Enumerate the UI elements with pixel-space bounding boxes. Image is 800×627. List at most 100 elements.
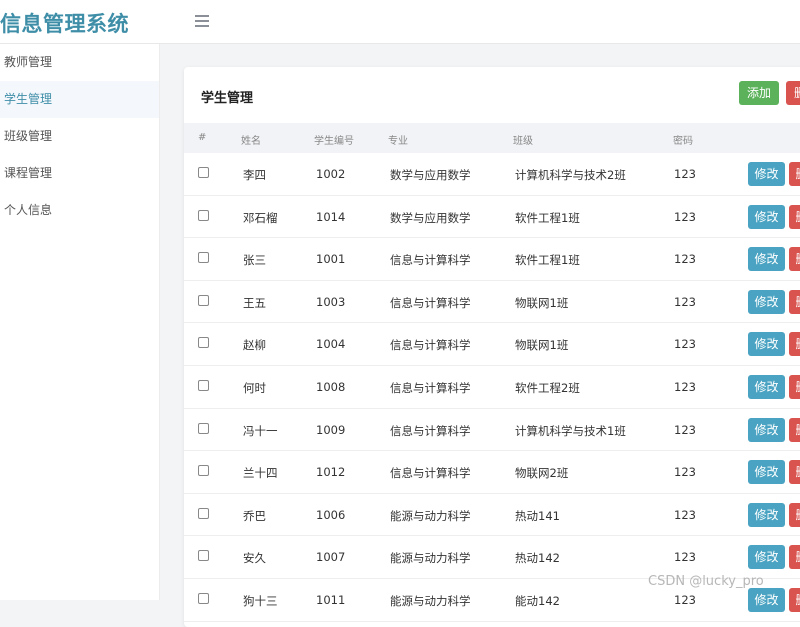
edit-button[interactable]: 修改 xyxy=(748,332,785,357)
cell-major: 信息与计算科学 xyxy=(390,466,471,481)
cell-major: 信息与计算科学 xyxy=(390,253,471,268)
edit-button[interactable]: 修改 xyxy=(748,460,785,485)
row-checkbox[interactable] xyxy=(198,209,209,221)
cell-class: 物联网1班 xyxy=(515,338,569,353)
sidebar: 教师管理 学生管理 班级管理 课程管理 个人信息 xyxy=(0,44,160,600)
edit-button[interactable]: 修改 xyxy=(748,375,785,399)
sidebar-item[interactable]: 学生管理 xyxy=(0,81,159,118)
watermark: CSDN @lucky_pro xyxy=(648,574,764,589)
column-header: 专业 xyxy=(388,136,408,147)
sidebar-item[interactable]: 个人信息 xyxy=(0,192,159,229)
delete-button[interactable]: 删除 xyxy=(789,545,800,570)
cell-major: 能源与动力科学 xyxy=(390,508,471,523)
edit-button[interactable]: 修改 xyxy=(748,588,785,612)
cell-password: 123 xyxy=(674,593,696,607)
cell-password: 123 xyxy=(674,252,696,267)
edit-button[interactable]: 修改 xyxy=(748,545,785,570)
add-button[interactable]: 添加 xyxy=(739,81,779,105)
delete-button[interactable]: 删除 xyxy=(789,460,800,485)
edit-button[interactable]: 修改 xyxy=(748,502,785,527)
cell-class: 热动141 xyxy=(515,508,560,523)
column-header: 学生编号 xyxy=(314,136,354,147)
cell-password: 123 xyxy=(674,294,696,309)
sidebar-item[interactable]: 课程管理 xyxy=(0,155,159,192)
delete-button[interactable]: 删除 xyxy=(789,502,800,527)
cell-class: 计算机科学与技术2班 xyxy=(515,168,626,182)
cell-major: 数学与应用数学 xyxy=(390,210,471,225)
delete-button[interactable]: 删除 xyxy=(789,247,800,272)
cell-class: 软件工程2班 xyxy=(515,381,580,395)
table-row: 王五 1003 信息与计算科学 物联网1班 123 修改删除 xyxy=(184,281,800,324)
cell-name: 何时 xyxy=(243,381,266,395)
cell-major: 信息与计算科学 xyxy=(390,423,471,438)
edit-button[interactable]: 修改 xyxy=(748,247,785,272)
row-checkbox[interactable] xyxy=(198,507,209,519)
sidebar-item[interactable]: 教师管理 xyxy=(0,44,159,81)
menu-toggle-icon[interactable] xyxy=(195,15,209,29)
page-title: 学生管理 xyxy=(201,91,254,106)
cell-id: 1004 xyxy=(316,337,346,352)
cell-password: 123 xyxy=(674,465,696,480)
cell-password: 123 xyxy=(674,422,696,437)
column-header: 班级 xyxy=(513,136,533,147)
cell-id: 1012 xyxy=(316,465,346,480)
student-management-card: 学生管理 添加 删除 #姓名学生编号专业班级密码 李四1002数学与应用数学计算… xyxy=(184,67,800,627)
column-header: 姓名 xyxy=(241,136,261,147)
table-row: 李四 1002 数学与应用数学 计算机科学与技术2班 123 修改删除 xyxy=(184,153,800,196)
delete-button[interactable]: 删除 xyxy=(789,332,800,357)
row-checkbox[interactable] xyxy=(198,422,209,434)
cell-id: 1001 xyxy=(316,252,346,267)
cell-id: 1009 xyxy=(316,422,346,437)
cell-password: 123 xyxy=(674,550,696,565)
cell-class: 物联网1班 xyxy=(515,295,569,310)
table-row: 邓石榴 1014 数学与应用数学 软件工程1班 123 修改删除 xyxy=(184,196,800,239)
cell-password: 123 xyxy=(674,337,696,352)
cell-id: 1003 xyxy=(316,294,346,309)
row-checkbox[interactable] xyxy=(198,465,209,477)
delete-button[interactable]: 删除 xyxy=(789,588,800,612)
cell-class: 能动142 xyxy=(515,594,560,608)
row-checkbox[interactable] xyxy=(198,550,209,562)
cell-name: 乔巴 xyxy=(243,508,266,523)
row-checkbox[interactable] xyxy=(198,294,209,306)
row-checkbox[interactable] xyxy=(198,593,209,604)
edit-button[interactable]: 修改 xyxy=(748,417,785,442)
column-header: # xyxy=(198,132,207,143)
delete-button[interactable]: 删除 xyxy=(789,417,800,442)
cell-name: 王五 xyxy=(243,295,266,310)
table-row: 安久 1007 能源与动力科学 热动142 123 修改删除 xyxy=(184,536,800,579)
cell-major: 数学与应用数学 xyxy=(390,168,471,182)
cell-id: 1007 xyxy=(316,550,346,565)
cell-name: 安久 xyxy=(243,551,266,566)
edit-button[interactable]: 修改 xyxy=(748,289,785,314)
delete-button[interactable]: 删除 xyxy=(789,375,800,399)
table-row: 冯十一 1009 信息与计算科学 计算机科学与技术1班 123 修改删除 xyxy=(184,409,800,452)
cell-name: 冯十一 xyxy=(243,423,278,438)
cell-class: 软件工程1班 xyxy=(515,253,580,268)
cell-name: 李四 xyxy=(243,168,266,182)
row-checkbox[interactable] xyxy=(198,380,209,391)
cell-class: 物联网2班 xyxy=(515,466,569,481)
table-row: 何时 1008 信息与计算科学 软件工程2班 123 修改删除 xyxy=(184,366,800,409)
row-checkbox[interactable] xyxy=(198,167,209,178)
cell-class: 热动142 xyxy=(515,551,560,566)
cell-id: 1002 xyxy=(316,167,346,181)
cell-name: 邓石榴 xyxy=(243,210,278,225)
cell-id: 1011 xyxy=(316,593,346,607)
edit-button[interactable]: 修改 xyxy=(748,204,785,229)
delete-button[interactable]: 删除 xyxy=(789,204,800,229)
sidebar-item[interactable]: 班级管理 xyxy=(0,118,159,155)
edit-button[interactable]: 修改 xyxy=(748,162,785,186)
delete-button[interactable]: 删除 xyxy=(789,162,800,186)
batch-delete-button[interactable]: 删除 xyxy=(786,81,800,105)
cell-password: 123 xyxy=(674,507,696,522)
cell-id: 1008 xyxy=(316,380,346,394)
cell-name: 兰十四 xyxy=(243,466,278,481)
row-checkbox[interactable] xyxy=(198,337,209,349)
cell-password: 123 xyxy=(674,380,696,394)
cell-class: 计算机科学与技术1班 xyxy=(515,423,626,438)
delete-button[interactable]: 删除 xyxy=(789,289,800,314)
cell-id: 1006 xyxy=(316,507,346,522)
cell-name: 狗十三 xyxy=(243,594,278,608)
row-checkbox[interactable] xyxy=(198,252,209,264)
